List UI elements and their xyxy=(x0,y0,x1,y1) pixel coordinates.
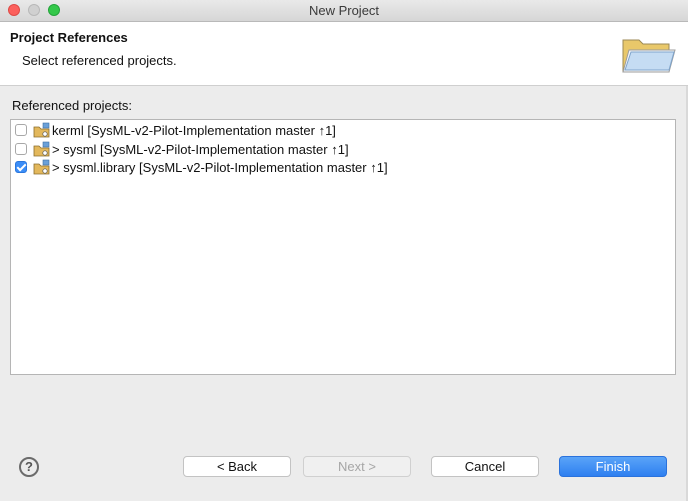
open-folder-icon xyxy=(622,39,676,73)
window-title: New Project xyxy=(308,3,380,18)
project-name: > sysml.library [SysML-v2-Pilot-Implemen… xyxy=(52,160,388,175)
finish-button[interactable]: Finish xyxy=(559,456,667,477)
help-button[interactable]: ? xyxy=(19,457,39,477)
project-name: kerml [SysML-v2-Pilot-Implementation mas… xyxy=(52,123,336,138)
list-item[interactable]: kerml [SysML-v2-Pilot-Implementation mas… xyxy=(11,121,671,140)
referenced-projects-label: Referenced projects: xyxy=(12,98,132,113)
next-button[interactable]: Next > xyxy=(303,456,411,477)
title-bar: New Project xyxy=(0,0,688,22)
project-checkbox[interactable] xyxy=(15,161,27,173)
page-description: Select referenced projects. xyxy=(22,53,177,68)
wizard-header: Project References Select referenced pro… xyxy=(0,22,688,86)
project-checkbox[interactable] xyxy=(15,124,27,136)
referenced-projects-list[interactable]: kerml [SysML-v2-Pilot-Implementation mas… xyxy=(10,119,676,375)
project-icon xyxy=(33,122,50,138)
page-title: Project References xyxy=(10,30,128,45)
list-item[interactable]: > sysml.library [SysML-v2-Pilot-Implemen… xyxy=(11,158,671,177)
back-button[interactable]: < Back xyxy=(183,456,291,477)
project-icon xyxy=(33,159,50,175)
cancel-button[interactable]: Cancel xyxy=(431,456,539,477)
list-item[interactable]: > sysml [SysML-v2-Pilot-Implementation m… xyxy=(11,140,671,159)
project-icon xyxy=(33,141,50,157)
project-checkbox[interactable] xyxy=(15,143,27,155)
project-name: > sysml [SysML-v2-Pilot-Implementation m… xyxy=(52,142,349,157)
